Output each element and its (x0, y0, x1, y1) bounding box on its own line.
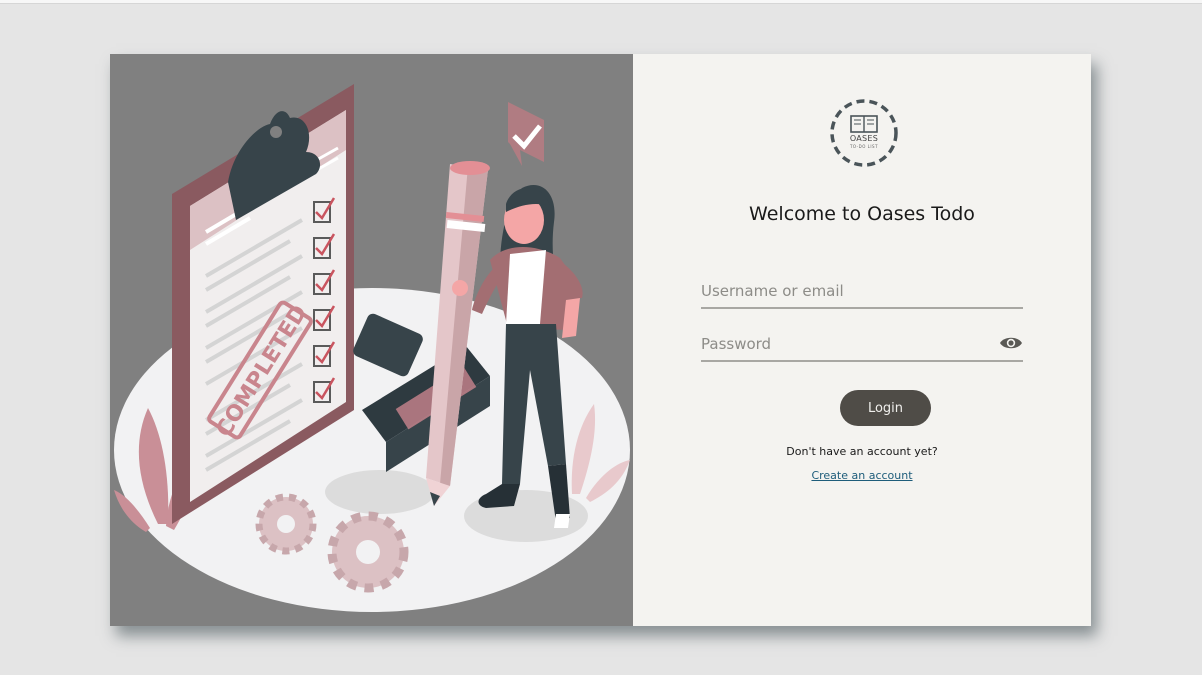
eye-icon[interactable] (999, 335, 1023, 351)
password-input[interactable] (701, 330, 981, 358)
username-field (701, 277, 1023, 309)
login-panel: OASES TO-DO LIST Welcome to Oases Todo L… (633, 54, 1091, 626)
app-logo: OASES TO-DO LIST (827, 96, 901, 170)
gear-icon (327, 511, 409, 593)
login-button[interactable]: Login (840, 390, 931, 426)
page-title: Welcome to Oases Todo (749, 203, 975, 225)
create-account-link[interactable]: Create an account (811, 469, 912, 482)
checkmark-icon (508, 102, 544, 166)
username-input[interactable] (701, 277, 981, 305)
logo-ring (830, 99, 898, 167)
signup-link-wrapper: Create an account (633, 469, 1091, 482)
logo-text: OASES (849, 134, 879, 143)
login-card: COMPLETED OASES TO-DO LIST Welcome to Oa… (110, 54, 1091, 626)
book-icon (850, 115, 878, 133)
gear-icon-small (255, 493, 317, 555)
browser-top-edge (0, 0, 1202, 4)
signup-prompt: Don't have an account yet? (786, 445, 938, 458)
login-illustration: COMPLETED (110, 54, 633, 626)
password-field (701, 330, 1023, 362)
logo-subtext: TO-DO LIST (849, 144, 879, 149)
